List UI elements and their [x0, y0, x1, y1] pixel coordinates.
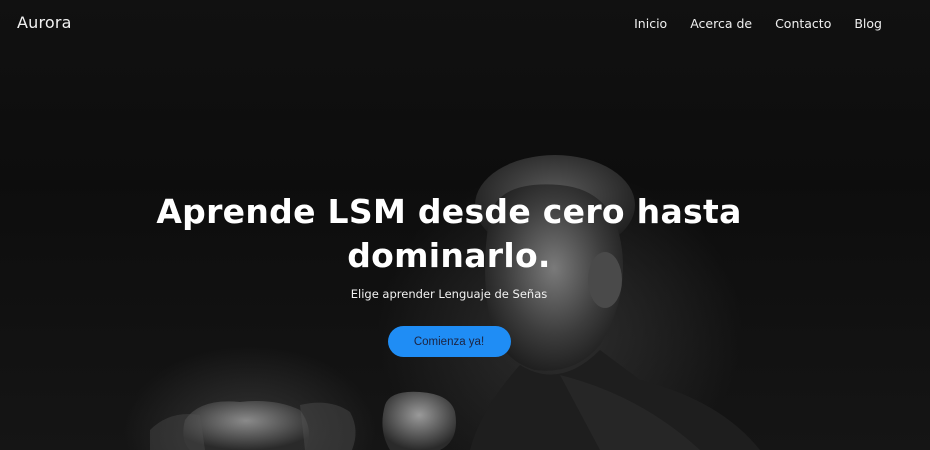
hero-headline-line1: Aprende LSM desde cero hasta: [156, 192, 742, 231]
hero-content: Aprende LSM desde cero hasta dominarlo. …: [0, 190, 898, 357]
hero-headline-line2: dominarlo.: [347, 236, 551, 275]
nav-link-inicio[interactable]: Inicio: [634, 16, 667, 31]
top-navbar: Aurora Inicio Acerca de Contacto Blog: [0, 0, 930, 48]
brand-logo[interactable]: Aurora: [17, 13, 72, 32]
nav-link-contacto[interactable]: Contacto: [775, 16, 831, 31]
nav-links: Inicio Acerca de Contacto Blog: [634, 16, 882, 31]
nav-link-acerca-de[interactable]: Acerca de: [690, 16, 752, 31]
hero-section: Aurora Inicio Acerca de Contacto Blog Ap…: [0, 0, 930, 450]
hero-headline: Aprende LSM desde cero hasta dominarlo.: [0, 190, 898, 278]
nav-link-blog[interactable]: Blog: [854, 16, 882, 31]
hero-subtitle: Elige aprender Lenguaje de Señas: [350, 287, 548, 301]
cta-button[interactable]: Comienza ya!: [387, 326, 511, 357]
